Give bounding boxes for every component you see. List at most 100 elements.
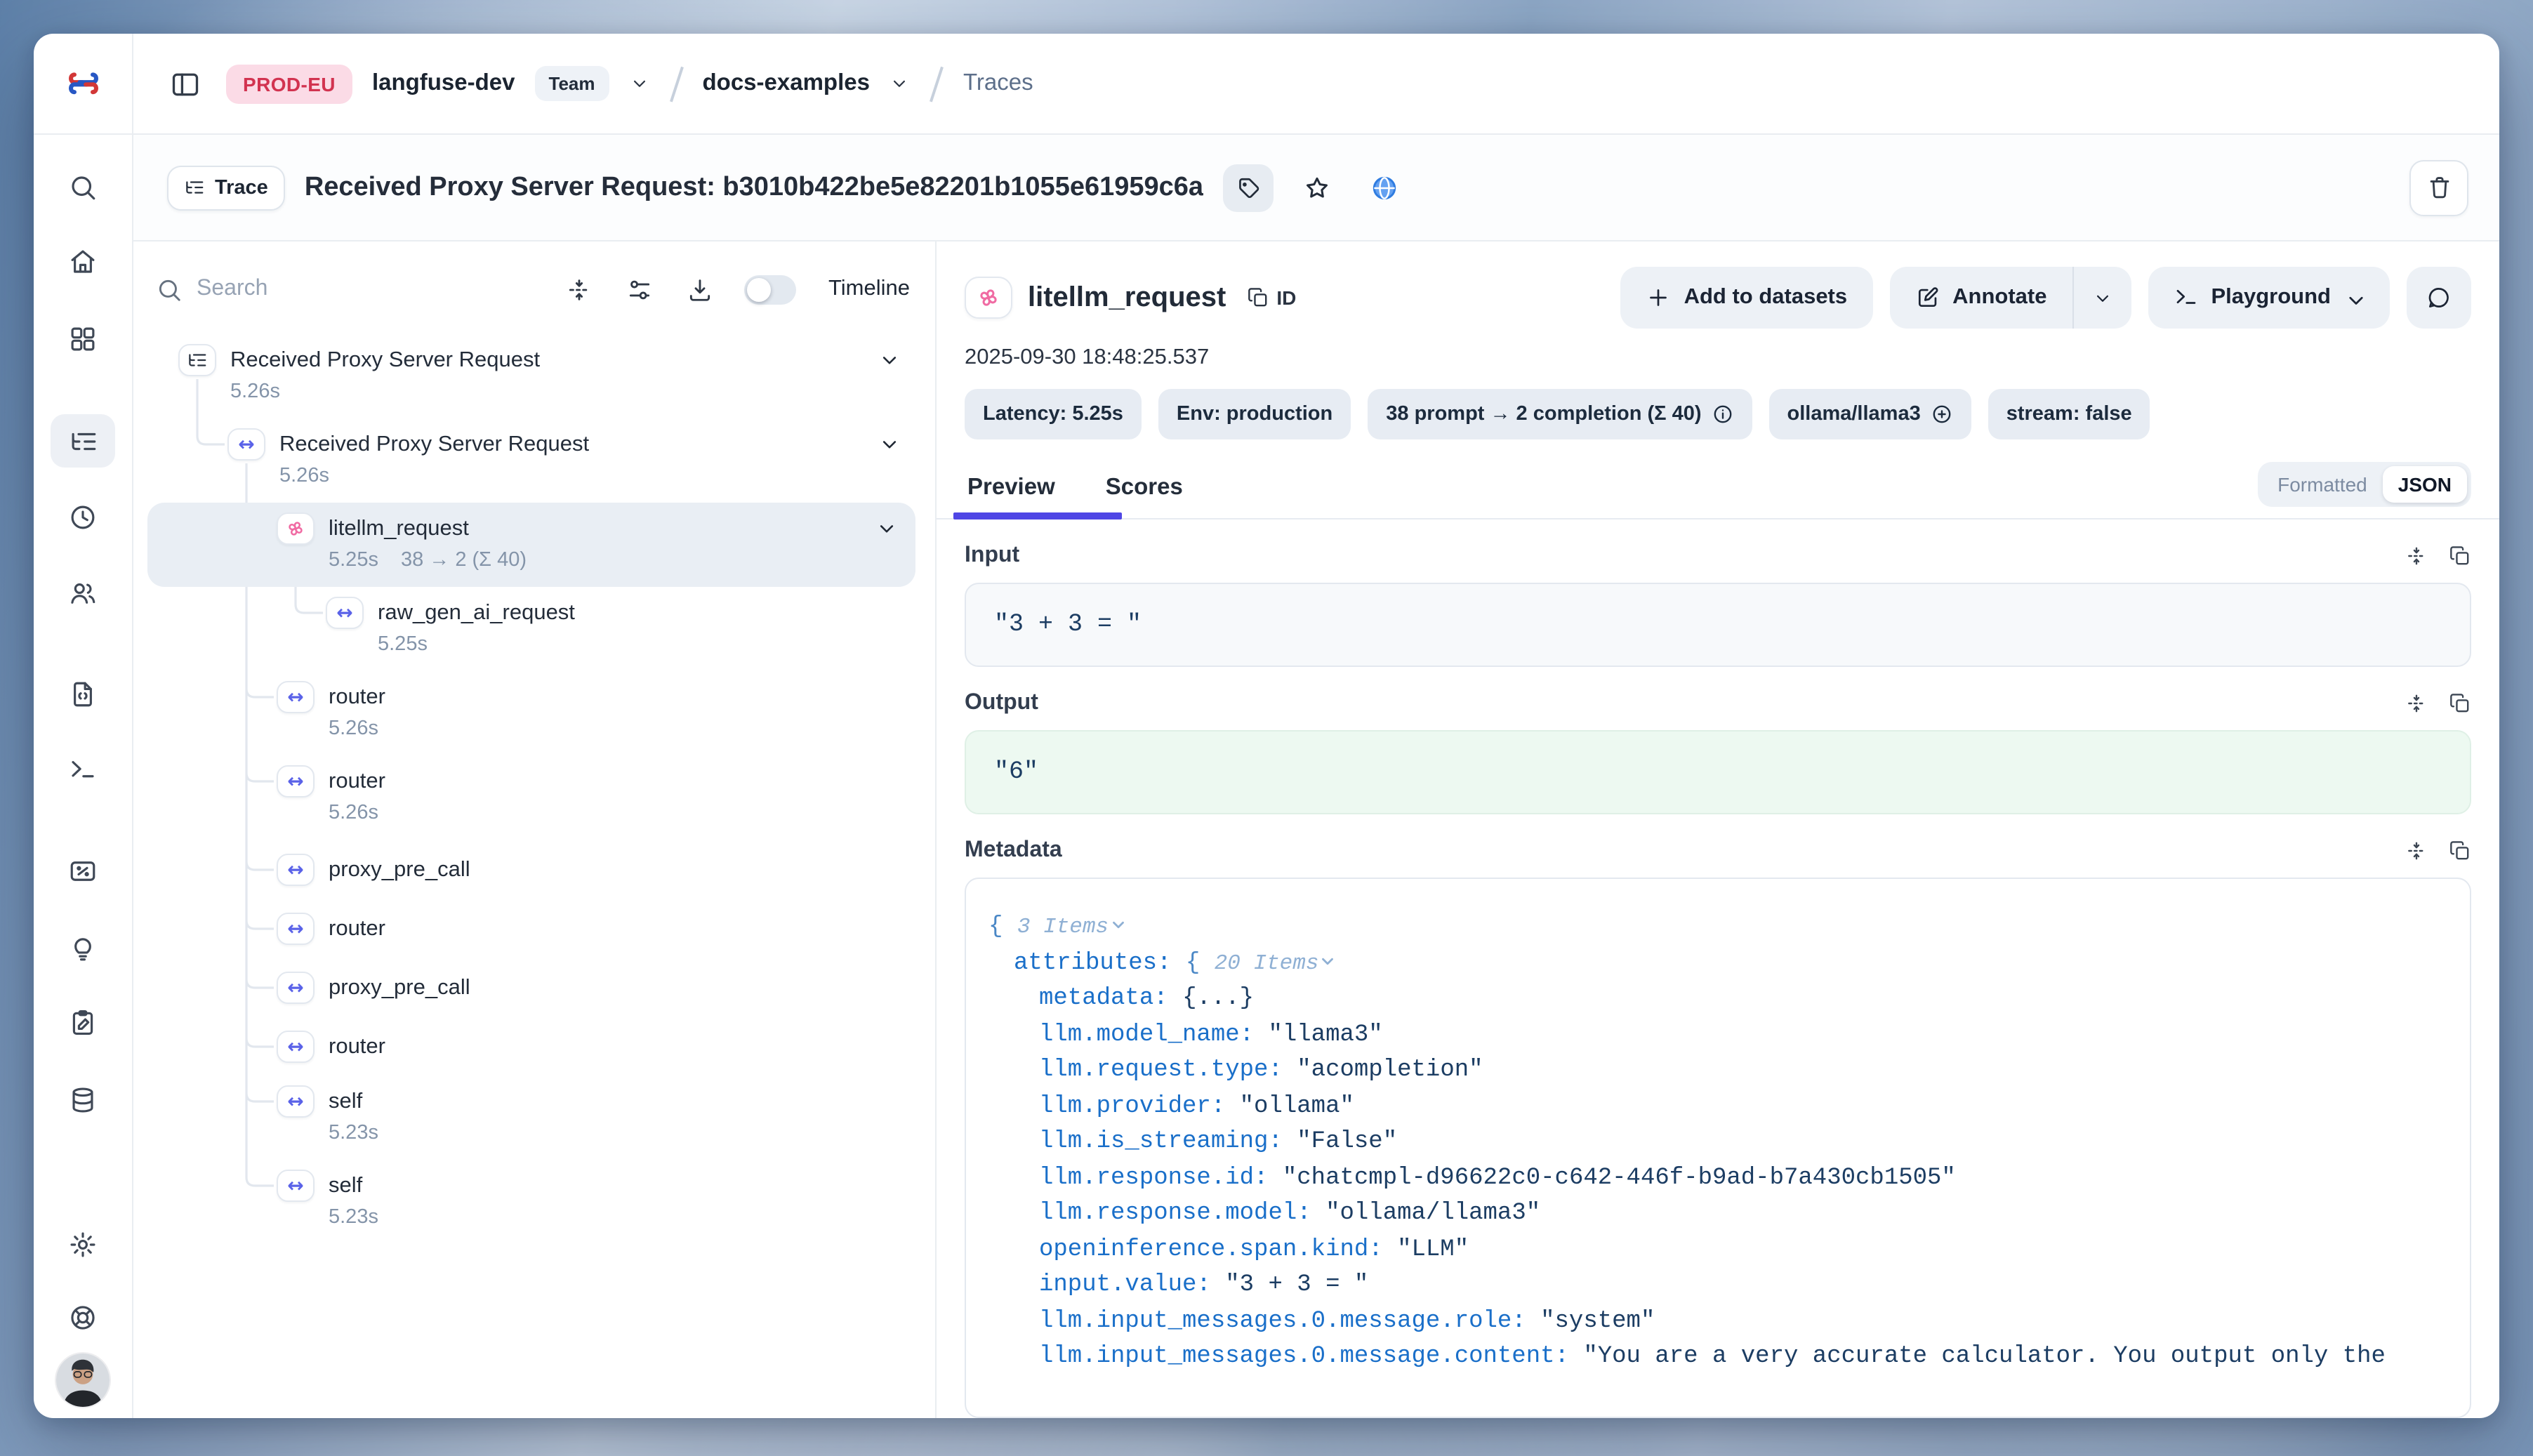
collapse-section-icon[interactable] [2405, 840, 2428, 862]
sidebar-item-dashboards[interactable] [68, 324, 98, 354]
add-to-datasets-button[interactable]: Add to datasets [1621, 267, 1873, 329]
star-icon [1303, 173, 1331, 201]
project-name[interactable]: docs-examples [703, 70, 870, 97]
sidebar-item-annotation[interactable] [68, 1008, 98, 1038]
timeline-toggle[interactable] [744, 274, 796, 304]
home-icon [68, 247, 98, 277]
delete-trace-button[interactable] [2409, 159, 2468, 216]
globe-icon [1370, 173, 1398, 201]
collapse-all-button[interactable] [563, 274, 594, 305]
search-icon [68, 173, 98, 202]
tree-item-name: router [329, 916, 385, 941]
metadata-json-line: openinference.span.kind: "LLM" [988, 1232, 2447, 1268]
org-logo[interactable] [34, 34, 133, 133]
sidebar-item-tracing[interactable] [51, 414, 115, 468]
user-avatar[interactable] [56, 1354, 110, 1407]
copy-icon [1247, 286, 1269, 309]
format-option-formatted[interactable]: Formatted [2262, 466, 2383, 503]
trace-type-chip[interactable]: Trace [167, 165, 285, 210]
detail-scroll-area[interactable]: Input "3 + 3 = " Output [937, 519, 2499, 1418]
copy-section-icon[interactable] [2449, 840, 2471, 862]
tree-item-router[interactable]: ↔ router [133, 899, 935, 958]
sidebar-item-settings[interactable] [68, 1230, 98, 1259]
observation-tree: Received Proxy Server Request5.26s ↔ Rec… [133, 320, 935, 1418]
tree-item-self[interactable]: ↔ self5.23s [133, 1160, 935, 1244]
observation-badge[interactable]: 38 prompt → 2 completion (Σ 40) [1368, 389, 1752, 439]
chevron-down-icon[interactable] [878, 348, 901, 372]
tree-item-proxy-pre-call[interactable]: ↔ proxy_pre_call [133, 958, 935, 1017]
desktop-background: PROD-EU langfuse-dev Team docs-examples … [0, 0, 2533, 1456]
tag-button[interactable] [1223, 164, 1274, 211]
breadcrumb-section[interactable]: Traces [963, 70, 1033, 97]
sidebar-item-datasets[interactable] [68, 1085, 98, 1115]
metadata-json-line: llm.response.id: "chatcmpl-d96622c0-c642… [988, 1160, 2447, 1196]
panel-left-icon [170, 68, 201, 99]
datasets-icon [68, 1085, 98, 1115]
bookmark-star-button[interactable] [1293, 164, 1341, 211]
sidebar-item-users[interactable] [68, 578, 98, 608]
annotate-button-group: Annotate [1889, 267, 2131, 329]
format-option-json[interactable]: JSON [2383, 466, 2467, 503]
tree-item-proxy-pre-call[interactable]: ↔ proxy_pre_call [133, 840, 935, 899]
sidebar-item-evaluation[interactable] [68, 856, 98, 886]
tree-item-received-proxy-server-request[interactable]: Received Proxy Server Request5.26s [133, 334, 935, 418]
generation-icon [277, 512, 315, 545]
collapse-section-icon[interactable] [2405, 692, 2428, 715]
project-chevron-down-icon[interactable] [889, 73, 911, 94]
collapse-section-icon[interactable] [2405, 545, 2428, 567]
tree-settings-button[interactable] [623, 274, 654, 305]
metadata-json-line: metadata: {...} [988, 981, 2447, 1017]
top-navbar: PROD-EU langfuse-dev Team docs-examples … [34, 34, 2499, 135]
sidebar-item-sessions[interactable] [68, 503, 98, 532]
badge-label: 38 prompt → 2 completion (Σ 40) [1386, 403, 1701, 425]
org-name[interactable]: langfuse-dev [372, 70, 515, 97]
sidebar-item-insights[interactable] [68, 934, 98, 963]
tree-item-name: raw_gen_ai_request [378, 600, 575, 626]
tree-search[interactable] [156, 276, 563, 303]
metadata-json-line: llm.response.model: "ollama/llama3" [988, 1196, 2447, 1232]
chevron-down-icon [2091, 287, 2112, 308]
tree-item-name: self [329, 1173, 362, 1198]
observation-badge[interactable]: ollama/llama3 [1769, 389, 1971, 439]
tree-item-router[interactable]: ↔ router5.26s [133, 671, 935, 755]
annotate-button[interactable]: Annotate [1889, 267, 2072, 329]
tree-item-router[interactable]: ↔ router [133, 1017, 935, 1076]
comment-button[interactable] [2407, 267, 2471, 329]
copy-section-icon[interactable] [2449, 545, 2471, 567]
sidebar-toggle-button[interactable] [164, 62, 206, 105]
copy-section-icon[interactable] [2449, 692, 2471, 715]
sidebar-item-support[interactable] [68, 1303, 98, 1332]
sidebar-item-playground[interactable] [68, 755, 98, 785]
span-icon: ↔ [277, 854, 315, 886]
tab-scores[interactable]: Scores [1103, 463, 1186, 518]
tree-item-self[interactable]: ↔ self5.23s [133, 1076, 935, 1160]
sidebar-item-prompts[interactable] [68, 680, 98, 709]
json-collapse-icon[interactable] [1319, 951, 1337, 969]
public-globe-button[interactable] [1361, 164, 1408, 211]
sidebar-item-home[interactable] [68, 247, 98, 277]
tree-item-received-proxy-server-request[interactable]: ↔ Received Proxy Server Request5.26s [133, 418, 935, 503]
plus-circle-icon[interactable] [1931, 403, 1953, 425]
org-chevron-down-icon[interactable] [629, 73, 650, 94]
json-collapse-icon[interactable] [1109, 915, 1127, 934]
tab-preview[interactable]: Preview [965, 463, 1058, 518]
tree-item-raw-gen-ai-request[interactable]: ↔ raw_gen_ai_request5.25s [133, 587, 935, 671]
span-icon: ↔ [277, 913, 315, 945]
sidebar-item-search[interactable] [68, 173, 98, 202]
tree-item-duration: 5.23s [329, 1206, 378, 1229]
metadata-json-viewer[interactable]: { 3 Itemsattributes: { 20 Itemsmetadata:… [965, 878, 2471, 1418]
chevron-down-icon[interactable] [875, 517, 899, 541]
badge-label: Latency: 5.25s [983, 403, 1123, 425]
download-button[interactable] [684, 274, 715, 305]
tree-search-input[interactable] [197, 277, 365, 302]
tree-item-name: litellm_request [329, 516, 469, 541]
copy-id-button[interactable]: ID [1247, 286, 1296, 309]
settings-icon [68, 1230, 98, 1259]
info-icon[interactable] [1712, 403, 1734, 425]
tree-item-router[interactable]: ↔ router5.26s [133, 755, 935, 840]
span-icon: ↔ [326, 597, 364, 629]
annotate-dropdown-button[interactable] [2072, 267, 2131, 329]
tree-item-litellm-request[interactable]: litellm_request5.25s38 → 2 (Σ 40) [147, 503, 915, 587]
playground-button[interactable]: Playground [2148, 267, 2390, 329]
chevron-down-icon[interactable] [878, 432, 901, 456]
